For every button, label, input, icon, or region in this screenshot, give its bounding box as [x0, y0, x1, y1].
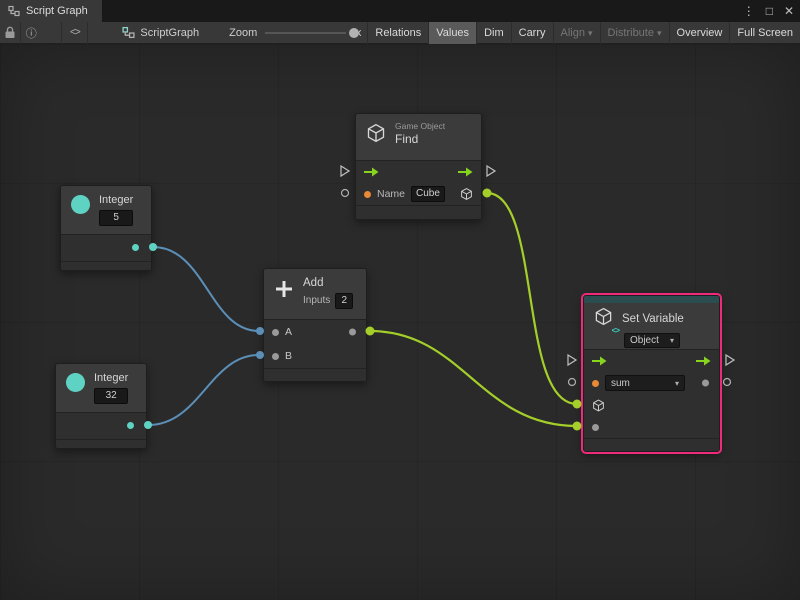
wire-add-to-set-variable-value[interactable] [370, 331, 577, 426]
variable-name-port[interactable] [592, 380, 599, 387]
chevron-down-icon: ▾ [588, 22, 593, 44]
variable-kind-dropdown[interactable]: Object ▾ [624, 333, 680, 348]
connector-set-variable-flow-out[interactable] [726, 355, 734, 365]
output-port[interactable] [127, 422, 134, 429]
variable-accent-strip [584, 296, 719, 303]
cube-icon [592, 399, 605, 412]
node-add[interactable]: Add Inputs 2 A B [263, 268, 367, 382]
name-label: Name [377, 188, 405, 200]
node-title: Find [395, 133, 445, 146]
graph-breadcrumb[interactable]: ScriptGraph [122, 26, 199, 39]
game-object-output-port[interactable] [460, 188, 473, 201]
wire-integer-b-to-add-b[interactable] [148, 355, 259, 425]
toolbar-button-overview[interactable]: Overview [670, 22, 730, 44]
chevron-down-icon: ▾ [657, 22, 662, 44]
node-title: Set Variable [622, 313, 684, 326]
output-port-sum[interactable] [349, 329, 356, 336]
info-icon: ⓘ [26, 25, 37, 41]
edit-code-button[interactable]: <> [62, 22, 87, 44]
integer-value-field[interactable]: 32 [94, 388, 128, 404]
inputs-count-field[interactable]: 2 [335, 293, 353, 309]
node-category: Game Object [395, 121, 445, 131]
name-value-field[interactable]: Cube [411, 186, 445, 202]
connector-set-variable-value-out[interactable] [724, 379, 731, 386]
set-variable-icon: <> [594, 307, 614, 331]
window-titlebar: Script Graph ⋮ □ ✕ [0, 0, 800, 22]
port-label-a: A [285, 326, 292, 338]
input-port-a[interactable] [272, 329, 279, 336]
input-port-b[interactable] [272, 353, 279, 360]
lock-button[interactable] [0, 22, 20, 44]
code-icon: <> [612, 326, 619, 335]
flow-out-port[interactable] [458, 167, 473, 177]
wire-integer-a-to-add-a[interactable] [153, 247, 259, 331]
connector-find-name-in[interactable] [342, 190, 349, 197]
connector-set-variable-name-in[interactable] [569, 379, 576, 386]
graph-tab-icon [8, 5, 20, 17]
input-value-port[interactable] [592, 424, 599, 431]
node-integer-a[interactable]: Integer 5 [60, 185, 152, 271]
lock-icon [4, 26, 16, 39]
toolbar-button-distribute[interactable]: Distribute ▾ [601, 22, 669, 44]
zoom-slider-knob[interactable] [349, 28, 359, 38]
close-button[interactable]: ✕ [784, 0, 794, 22]
toolbar-button-align[interactable]: Align ▾ [554, 22, 600, 44]
toolbar-button-carry[interactable]: Carry [512, 22, 553, 44]
connector-set-variable-source-in[interactable] [573, 400, 582, 409]
code-icon: <> [70, 27, 80, 38]
inputs-label: Inputs [303, 296, 330, 306]
variable-name-dropdown[interactable]: sum ▾ [605, 375, 685, 391]
flow-in-port[interactable] [364, 167, 379, 177]
zoom-label: Zoom [229, 27, 257, 39]
chevron-down-icon: ▾ [675, 379, 679, 388]
node-title: Integer [94, 372, 128, 385]
tab-title: Script Graph [26, 5, 88, 17]
connector-find-out[interactable] [483, 189, 492, 198]
toolbar-button-values[interactable]: Values [429, 22, 476, 44]
window-menu-button[interactable]: ⋮ [743, 0, 755, 22]
zoom-slider[interactable] [265, 22, 346, 44]
flow-out-port[interactable] [696, 356, 711, 366]
port-label-b: B [285, 350, 292, 362]
flow-in-port[interactable] [592, 356, 607, 366]
node-set-variable[interactable]: <> Set Variable Object ▾ [583, 295, 720, 452]
integer-type-icon [66, 373, 85, 392]
graph-canvas[interactable]: Integer 5 Integer 32 [0, 44, 800, 600]
toolbar-button-relations[interactable]: Relations [368, 22, 428, 44]
chevron-down-icon: ▾ [670, 336, 674, 345]
connector-find-flow-out[interactable] [487, 166, 495, 176]
node-find[interactable]: Game Object Find Name Cube [355, 113, 482, 220]
info-button[interactable]: ⓘ [21, 22, 41, 44]
graph-toolbar: ⓘ <> ScriptGraph Zoom 1x Relations Value… [0, 22, 800, 44]
add-icon [274, 279, 294, 299]
node-title: Integer [99, 194, 133, 207]
node-title: Add [303, 277, 353, 290]
tab-script-graph[interactable]: Script Graph [0, 0, 102, 22]
toolbar-button-fullscreen[interactable]: Full Screen [730, 22, 800, 44]
source-object-port[interactable] [592, 399, 605, 412]
maximize-button[interactable]: □ [766, 0, 773, 22]
connector-find-flow-in[interactable] [341, 166, 349, 176]
zoom-slider-track[interactable] [265, 32, 346, 34]
output-port[interactable] [132, 244, 139, 251]
toolbar-button-dim[interactable]: Dim [477, 22, 511, 44]
integer-value-field[interactable]: 5 [99, 210, 133, 226]
connector-set-variable-flow-in[interactable] [568, 355, 576, 365]
game-object-icon [366, 123, 386, 143]
separator [87, 22, 88, 44]
script-graph-icon [122, 26, 135, 39]
name-input-port[interactable] [364, 191, 371, 198]
graph-name-label: ScriptGraph [140, 27, 199, 39]
connector-set-variable-value-in[interactable] [573, 422, 582, 431]
output-value-port[interactable] [702, 380, 709, 387]
cube-icon [460, 188, 473, 201]
wire-find-to-set-variable-source[interactable] [487, 193, 577, 404]
node-integer-b[interactable]: Integer 32 [55, 363, 147, 449]
integer-type-icon [71, 195, 90, 214]
